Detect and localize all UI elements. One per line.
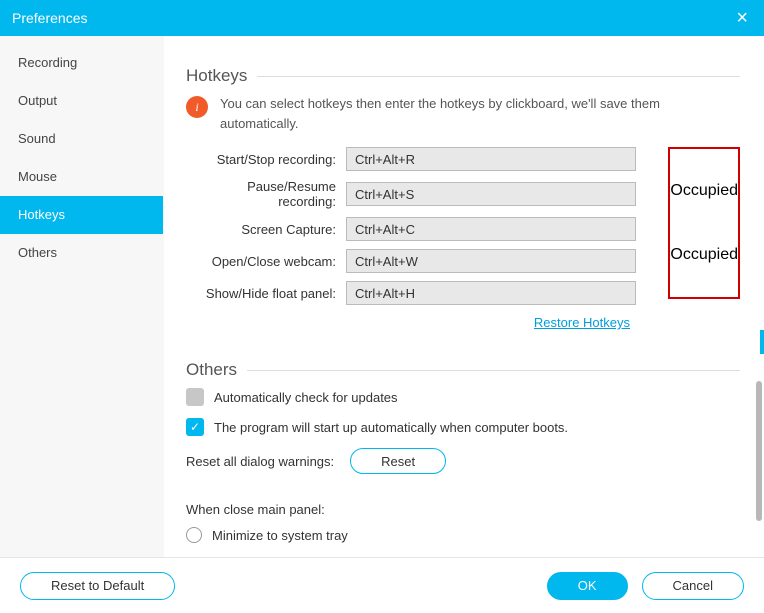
section-title-hotkeys: Hotkeys	[186, 66, 740, 86]
hotkey-label: Open/Close webcam:	[186, 254, 346, 269]
reset-warnings-button[interactable]: Reset	[350, 448, 446, 474]
hotkey-input-pause-resume[interactable]	[346, 182, 636, 206]
sidebar-item-recording[interactable]: Recording	[0, 44, 163, 82]
cancel-button[interactable]: Cancel	[642, 572, 744, 600]
hotkey-row-screen-capture: Screen Capture:	[186, 217, 660, 241]
hotkey-input-start-stop[interactable]	[346, 147, 636, 171]
checkbox-auto-update[interactable]	[186, 388, 204, 406]
divider	[247, 370, 740, 371]
scroll-accent-icon	[760, 330, 764, 354]
sidebar: Recording Output Sound Mouse Hotkeys Oth…	[0, 36, 164, 557]
radio-minimize-tray[interactable]	[186, 527, 202, 543]
hotkey-row-start-stop: Start/Stop recording:	[186, 147, 660, 171]
sidebar-item-sound[interactable]: Sound	[0, 120, 163, 158]
hotkey-label: Show/Hide float panel:	[186, 286, 346, 301]
close-panel-label: When close main panel:	[186, 502, 740, 517]
restore-hotkeys-link[interactable]: Restore Hotkeys	[186, 315, 630, 330]
others-heading: Others	[186, 360, 237, 380]
hotkey-input-screen-capture[interactable]	[346, 217, 636, 241]
info-icon: i	[186, 96, 208, 118]
hotkey-row-float-panel: Show/Hide float panel:	[186, 281, 660, 305]
reset-warnings-label: Reset all dialog warnings:	[186, 454, 334, 469]
hotkey-status: Occupied	[670, 182, 738, 200]
close-icon[interactable]: ×	[732, 7, 752, 30]
main-panel: Hotkeys i You can select hotkeys then en…	[164, 36, 764, 557]
sidebar-item-others[interactable]: Others	[0, 234, 163, 272]
scrollbar-thumb[interactable]	[756, 381, 762, 521]
checkbox-label: Automatically check for updates	[214, 390, 398, 405]
ok-button[interactable]: OK	[547, 572, 628, 600]
checkbox-autostart[interactable]: ✓	[186, 418, 204, 436]
divider	[257, 76, 740, 77]
footer: Reset to Default OK Cancel	[0, 557, 764, 613]
window-title: Preferences	[12, 10, 87, 26]
hotkey-row-webcam: Open/Close webcam:	[186, 249, 660, 273]
status-highlight-box: Occupied Occupied	[668, 147, 740, 299]
info-text: You can select hotkeys then enter the ho…	[220, 94, 740, 133]
hotkey-label: Screen Capture:	[186, 222, 346, 237]
hotkey-label: Pause/Resume recording:	[186, 179, 346, 209]
hotkey-input-webcam[interactable]	[346, 249, 636, 273]
sidebar-item-mouse[interactable]: Mouse	[0, 158, 163, 196]
sidebar-item-hotkeys[interactable]: Hotkeys	[0, 196, 163, 234]
hotkey-input-float-panel[interactable]	[346, 281, 636, 305]
hotkeys-heading: Hotkeys	[186, 66, 247, 86]
section-title-others: Others	[186, 360, 740, 380]
titlebar: Preferences ×	[0, 0, 764, 36]
hotkey-status: Occupied	[670, 246, 738, 264]
checkbox-label: The program will start up automatically …	[214, 420, 568, 435]
hotkey-label: Start/Stop recording:	[186, 152, 346, 167]
sidebar-item-output[interactable]: Output	[0, 82, 163, 120]
radio-label: Minimize to system tray	[212, 528, 348, 543]
hotkey-row-pause-resume: Pause/Resume recording:	[186, 179, 660, 209]
reset-default-button[interactable]: Reset to Default	[20, 572, 175, 600]
